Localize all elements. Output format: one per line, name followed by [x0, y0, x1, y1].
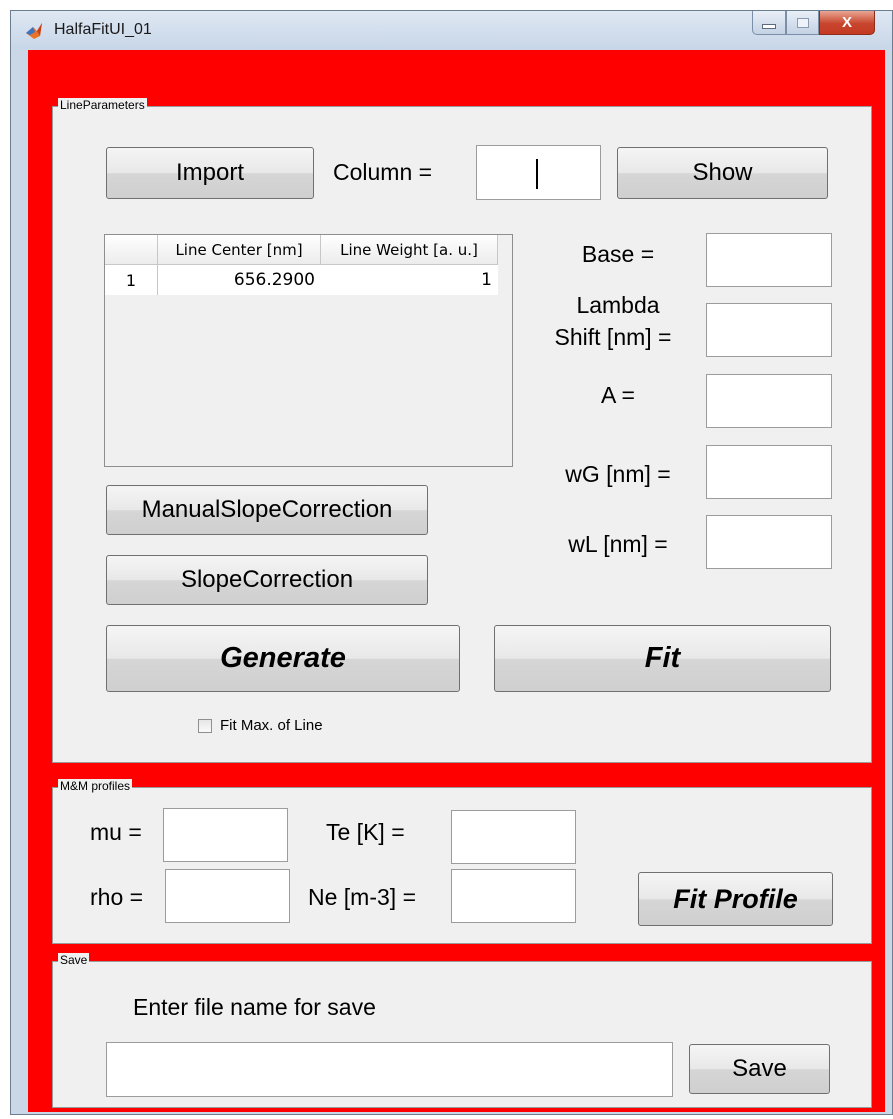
wg-label: wG [nm] =	[565, 461, 671, 487]
te-label: Te [K] =	[326, 819, 405, 845]
lambda-shift-label-line1: Lambda	[576, 292, 660, 318]
matlab-icon	[26, 23, 42, 39]
column-input[interactable]	[476, 145, 601, 200]
table-cell-line-weight[interactable]: 1	[321, 265, 498, 295]
fit-button[interactable]: Fit	[494, 625, 831, 692]
figure-area: LineParameters Import Column = Show Line…	[28, 50, 885, 1112]
close-button[interactable]: X	[819, 11, 875, 35]
table-cell-line-center[interactable]: 656.2900	[158, 265, 321, 295]
table-header-line-center[interactable]: Line Center [nm]	[158, 235, 321, 265]
window-title: HalfaFitUI_01	[54, 21, 152, 38]
column-label: Column =	[333, 159, 433, 185]
fit-profile-button[interactable]: Fit Profile	[638, 872, 833, 926]
close-icon: X	[841, 14, 852, 31]
text-caret	[536, 159, 538, 189]
title-bar[interactable]: HalfaFitUI_01 X	[11, 11, 892, 49]
table-header-line-weight[interactable]: Line Weight [a. u.]	[321, 235, 498, 265]
checkbox-box[interactable]	[198, 718, 212, 733]
save-panel: Save Enter file name for save Save	[52, 953, 872, 1108]
line-table[interactable]: Line Center [nm] Line Weight [a. u.] 1 6…	[104, 234, 513, 467]
base-label: Base =	[581, 241, 655, 267]
panel-title-mm-profiles: M&M profiles	[58, 779, 133, 794]
filename-input[interactable]	[106, 1042, 673, 1097]
a-label: A =	[601, 382, 635, 408]
rho-label: rho =	[90, 884, 144, 910]
mm-profiles-panel: M&M profiles mu = Te [K] = rho = Ne [m-3…	[52, 779, 872, 944]
maximize-button[interactable]	[786, 11, 819, 35]
generate-button[interactable]: Generate	[106, 625, 460, 692]
save-prompt-label: Enter file name for save	[133, 994, 376, 1020]
fit-max-of-line-checkbox[interactable]: Fit Max. of Line	[198, 717, 323, 734]
show-button[interactable]: Show	[617, 147, 828, 199]
a-input[interactable]	[706, 374, 832, 428]
slope-correction-button[interactable]: SlopeCorrection	[106, 555, 428, 605]
wg-input[interactable]	[706, 445, 832, 499]
te-input[interactable]	[451, 810, 576, 864]
import-button[interactable]: Import	[106, 147, 314, 199]
ne-label: Ne [m-3] =	[308, 884, 417, 910]
wl-input[interactable]	[706, 515, 832, 569]
fit-max-of-line-label: Fit Max. of Line	[220, 717, 323, 734]
minimize-button[interactable]	[752, 11, 786, 35]
manual-slope-correction-button[interactable]: ManualSlopeCorrection	[106, 485, 428, 535]
save-button[interactable]: Save	[689, 1044, 830, 1094]
table-row-header[interactable]: 1	[105, 265, 158, 295]
ne-input[interactable]	[451, 869, 576, 923]
panel-title-line-parameters: LineParameters	[58, 98, 147, 113]
minimize-icon	[762, 24, 776, 29]
lambda-shift-input[interactable]	[706, 303, 832, 357]
base-input[interactable]	[706, 233, 832, 287]
rho-input[interactable]	[165, 869, 290, 923]
mu-input[interactable]	[163, 808, 288, 862]
wl-label: wL [nm] =	[568, 531, 668, 557]
line-parameters-panel: LineParameters Import Column = Show Line…	[52, 98, 872, 763]
line-table-grid: Line Center [nm] Line Weight [a. u.] 1 6…	[105, 235, 498, 295]
panel-title-save: Save	[58, 953, 90, 968]
mu-label: mu =	[90, 819, 142, 845]
lambda-shift-label-line2: Shift [nm] =	[554, 324, 672, 350]
window-controls: X	[752, 11, 875, 37]
maximize-icon	[796, 17, 809, 28]
app-window: HalfaFitUI_01 X LineParameters Import Co…	[10, 10, 893, 1115]
table-header-corner	[105, 235, 158, 265]
